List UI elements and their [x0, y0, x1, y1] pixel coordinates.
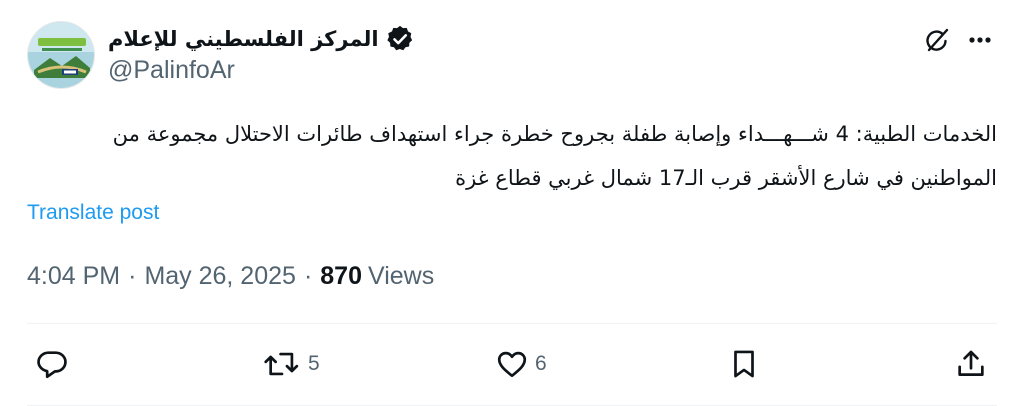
like-button[interactable]: 6 — [495, 346, 547, 382]
verified-badge-icon — [385, 24, 415, 54]
meta-separator: · — [303, 261, 313, 290]
reply-button[interactable] — [35, 346, 75, 382]
translate-post-link[interactable]: Translate post — [27, 201, 159, 225]
retweet-count: 5 — [308, 352, 320, 375]
share-icon — [958, 350, 984, 376]
tweet-card: المركز الفلسطيني للإعلام @PalinfoAr الخد… — [0, 0, 1024, 406]
bookmark-icon — [734, 350, 754, 378]
views-count[interactable]: 870 — [320, 262, 362, 291]
share-button[interactable] — [954, 346, 988, 382]
tweet-meta: 4:04 PM · May 26, 2025 · 870 Views — [27, 258, 434, 294]
author-name-row[interactable]: المركز الفلسطيني للإعلام — [108, 22, 415, 56]
divider — [27, 323, 997, 324]
avatar[interactable] — [27, 21, 95, 89]
more-icon[interactable] — [964, 24, 996, 56]
reply-icon — [37, 351, 67, 379]
grok-icon[interactable] — [921, 24, 953, 56]
author-display-name[interactable]: المركز الفلسطيني للإعلام — [108, 27, 379, 51]
bookmark-button[interactable] — [727, 346, 761, 382]
author-handle[interactable]: @PalinfoAr — [108, 56, 235, 85]
tweet-time[interactable]: 4:04 PM — [27, 262, 120, 291]
tweet-text: الخدمات الطبية: 4 شـــهـــداء وإصابة طفل… — [112, 122, 997, 190]
heart-icon — [497, 351, 527, 378]
retweet-button[interactable]: 5 — [262, 346, 320, 382]
retweet-icon — [264, 352, 299, 376]
like-count: 6 — [535, 352, 547, 375]
meta-separator: · — [128, 261, 137, 290]
views-label[interactable]: Views — [368, 262, 434, 291]
tweet-date[interactable]: May 26, 2025 — [144, 262, 296, 291]
